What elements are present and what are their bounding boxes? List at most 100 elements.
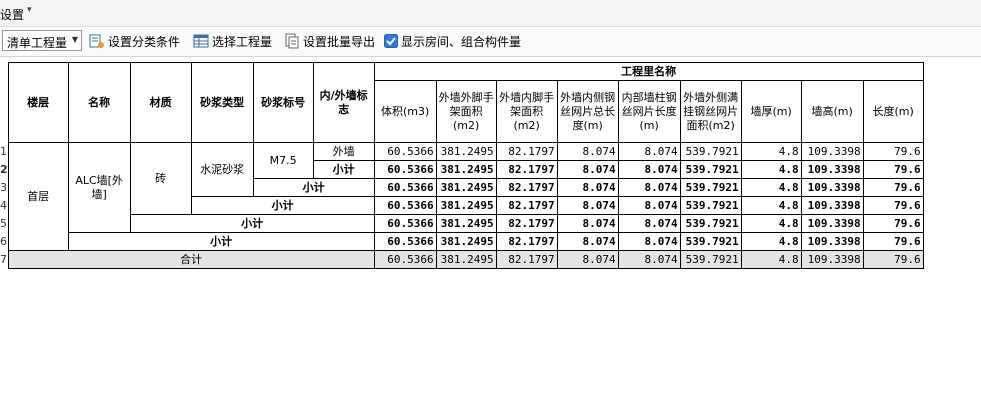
set-batch-export-button[interactable]: 设置批量导出	[284, 32, 375, 50]
quantity-type-select[interactable]: 清单工程量 ▼	[2, 30, 82, 51]
value-cell[interactable]: 82.1797	[495, 196, 558, 215]
mortar-grade-cell[interactable]: M7.5	[252, 142, 314, 179]
qty-header-inner-mesh-length[interactable]: 外墙内侧钢丝网片总长度(m)	[556, 80, 619, 143]
value-cell[interactable]: 8.074	[556, 232, 619, 251]
value-cell[interactable]: 82.1797	[495, 142, 558, 161]
value-cell[interactable]: 381.2495	[435, 232, 497, 251]
value-cell[interactable]: 60.5366	[373, 142, 437, 161]
mortar-type-header[interactable]: 砂浆类型	[190, 62, 254, 143]
qty-header-length[interactable]: 长度(m)	[862, 80, 924, 143]
value-cell[interactable]: 8.074	[556, 142, 619, 161]
value-cell[interactable]: 8.074	[617, 142, 681, 161]
value-cell[interactable]: 4.8	[740, 160, 802, 179]
qty-header-outer-mesh-area[interactable]: 外墙外侧满挂钢丝网片面积(m2)	[679, 80, 742, 143]
value-cell[interactable]: 539.7921	[679, 196, 742, 215]
value-cell[interactable]: 539.7921	[679, 250, 742, 269]
total-row[interactable]: 7 合计 60.5366 381.2495 82.1797 8.074 8.07…	[0, 250, 924, 269]
subtotal-label-cell[interactable]: 小计	[129, 214, 375, 233]
value-cell[interactable]: 109.3398	[800, 160, 864, 179]
value-cell[interactable]: 4.8	[740, 250, 802, 269]
value-cell[interactable]: 60.5366	[373, 160, 437, 179]
set-classify-conditions-button[interactable]: 设置分类条件	[89, 32, 180, 50]
value-cell[interactable]: 539.7921	[679, 160, 742, 179]
value-cell[interactable]: 60.5366	[373, 232, 437, 251]
value-cell[interactable]: 8.074	[617, 196, 681, 215]
wall-name-cell[interactable]: ALC墙[外墙]	[67, 142, 131, 233]
total-label-cell[interactable]: 合计	[7, 250, 375, 269]
qty-header-wall-thickness[interactable]: 墙厚(m)	[740, 80, 802, 143]
qty-header-int-scaffold[interactable]: 外墙内脚手架面积(m2)	[495, 80, 558, 143]
value-cell[interactable]: 381.2495	[435, 160, 497, 179]
value-cell[interactable]: 60.5366	[373, 214, 437, 233]
table-row[interactable]: 6 小计 60.5366 381.2495 82.1797 8.074 8.07…	[0, 232, 924, 251]
value-cell[interactable]: 109.3398	[800, 250, 864, 269]
table-row[interactable]: 5 小计 60.5366 381.2495 82.1797 8.074 8.07…	[0, 214, 924, 233]
value-cell[interactable]: 8.074	[617, 232, 681, 251]
value-cell[interactable]: 60.5366	[373, 250, 437, 269]
value-cell[interactable]: 109.3398	[800, 214, 864, 233]
value-cell[interactable]: 381.2495	[435, 196, 497, 215]
material-header[interactable]: 材质	[129, 62, 192, 143]
value-cell[interactable]: 79.6	[862, 250, 924, 269]
value-cell[interactable]: 82.1797	[495, 250, 558, 269]
value-cell[interactable]: 79.6	[862, 214, 924, 233]
value-cell[interactable]: 381.2495	[435, 178, 497, 197]
select-quantities-button[interactable]: 选择工程量	[193, 32, 272, 50]
value-cell[interactable]: 539.7921	[679, 178, 742, 197]
qty-header-wall-height[interactable]: 墙高(m)	[800, 80, 864, 143]
value-cell[interactable]: 381.2495	[435, 250, 497, 269]
value-cell[interactable]: 60.5366	[373, 196, 437, 215]
value-cell[interactable]: 4.8	[740, 232, 802, 251]
subtotal-label-cell[interactable]: 小计	[252, 178, 375, 197]
show-room-quantities-toggle[interactable]: 显示房间、组合构件量	[384, 32, 521, 50]
value-cell[interactable]: 8.074	[556, 160, 619, 179]
value-cell[interactable]: 8.074	[617, 160, 681, 179]
value-cell[interactable]: 8.074	[556, 178, 619, 197]
value-cell[interactable]: 82.1797	[495, 178, 558, 197]
subtotal-label-cell[interactable]: 小计	[67, 232, 375, 251]
value-cell[interactable]: 79.6	[862, 196, 924, 215]
value-cell[interactable]: 539.7921	[679, 232, 742, 251]
value-cell[interactable]: 4.8	[740, 214, 802, 233]
floor-cell[interactable]: 首层	[7, 142, 69, 251]
value-cell[interactable]: 109.3398	[800, 196, 864, 215]
value-cell[interactable]: 109.3398	[800, 178, 864, 197]
value-cell[interactable]: 4.8	[740, 178, 802, 197]
name-header[interactable]: 名称	[67, 62, 131, 143]
value-cell[interactable]: 4.8	[740, 142, 802, 161]
subtotal-label-cell[interactable]: 小计	[312, 160, 375, 179]
chevron-down-icon[interactable]: ▾	[27, 5, 32, 15]
inout-wall-header[interactable]: 内/外墙标志	[312, 62, 375, 143]
value-cell[interactable]: 79.6	[862, 142, 924, 161]
mortar-type-cell[interactable]: 水泥砂浆	[190, 142, 254, 197]
value-cell[interactable]: 4.8	[740, 196, 802, 215]
chevron-down-icon[interactable]: ▼	[72, 35, 78, 44]
value-cell[interactable]: 8.074	[556, 214, 619, 233]
value-cell[interactable]: 8.074	[617, 178, 681, 197]
value-cell[interactable]: 82.1797	[495, 214, 558, 233]
value-cell[interactable]: 82.1797	[495, 160, 558, 179]
value-cell[interactable]: 381.2495	[435, 214, 497, 233]
value-cell[interactable]: 381.2495	[435, 142, 497, 161]
value-cell[interactable]: 8.074	[617, 250, 681, 269]
value-cell[interactable]: 539.7921	[679, 214, 742, 233]
checkbox-checked-icon[interactable]	[384, 34, 398, 48]
value-cell[interactable]: 8.074	[556, 250, 619, 269]
inout-wall-cell[interactable]: 外墙	[312, 142, 375, 161]
value-cell[interactable]: 79.6	[862, 160, 924, 179]
qty-header-column-mesh-length[interactable]: 内部墙柱钢丝网片长度(m)	[617, 80, 681, 143]
qty-header-volume[interactable]: 体积(m3)	[373, 80, 437, 143]
table-row[interactable]: 1 首层 ALC墙[外墙] 砖 水泥砂浆 M7.5 外墙 60.5366 381…	[0, 142, 924, 251]
floor-header[interactable]: 楼层	[7, 62, 69, 143]
mortar-grade-header[interactable]: 砂浆标号	[252, 62, 314, 143]
value-cell[interactable]: 539.7921	[679, 142, 742, 161]
qty-header-ext-scaffold[interactable]: 外墙外脚手架面积(m2)	[435, 80, 497, 143]
value-cell[interactable]: 109.3398	[800, 232, 864, 251]
subtotal-label-cell[interactable]: 小计	[190, 196, 375, 215]
value-cell[interactable]: 8.074	[556, 196, 619, 215]
value-cell[interactable]: 109.3398	[800, 142, 864, 161]
value-cell[interactable]: 8.074	[617, 214, 681, 233]
value-cell[interactable]: 79.6	[862, 232, 924, 251]
value-cell[interactable]: 60.5366	[373, 178, 437, 197]
settings-menu[interactable]: 设置	[0, 6, 24, 23]
